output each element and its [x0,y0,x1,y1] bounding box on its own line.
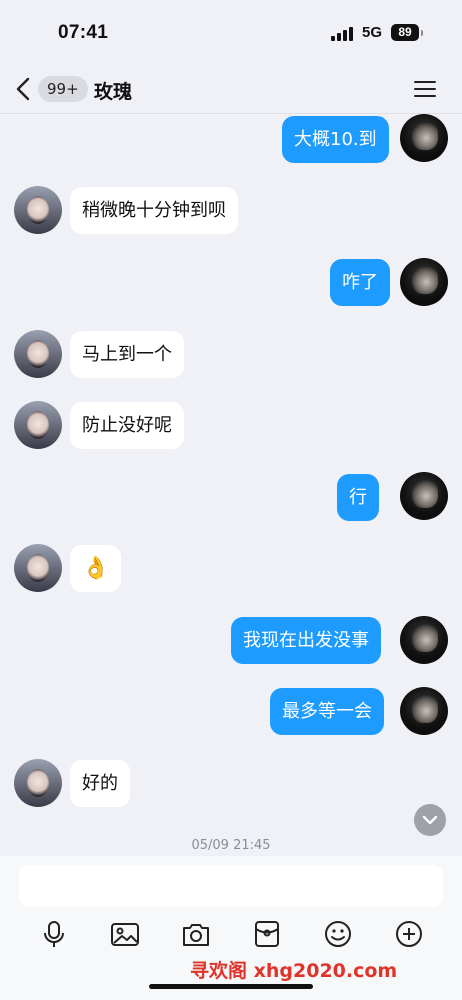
my-avatar[interactable] [400,472,448,520]
chat-header: 99+ 玫瑰 [0,66,462,114]
message-bubble[interactable]: 行 [337,474,379,521]
menu-icon[interactable] [414,79,438,99]
contact-avatar[interactable] [14,759,62,807]
battery-icon: 89 [391,24,419,41]
back-icon[interactable] [12,76,36,102]
contact-avatar[interactable] [14,544,62,592]
message-bubble[interactable]: 最多等一会 [270,688,384,735]
contact-avatar[interactable] [14,330,62,378]
message-bubble[interactable]: 防止没好呢 [70,402,184,449]
my-avatar[interactable] [400,258,448,306]
red-packet-icon[interactable] [251,918,283,950]
message-bubble[interactable]: 好的 [70,760,130,807]
status-bar: 07:41 5G 89 [0,0,462,66]
plus-icon[interactable] [393,918,425,950]
my-avatar[interactable] [400,114,448,162]
status-time: 07:41 [58,22,109,43]
network-type: 5G [362,24,383,41]
signal-icon [331,27,353,41]
mic-icon[interactable] [38,918,70,950]
message-bubble[interactable]: 大概10.到 [282,116,389,163]
emoji-message[interactable]: 👌 [70,545,122,592]
home-indicator[interactable] [149,984,313,989]
message-timestamp: 05/09 21:45 [191,838,271,853]
watermark: 寻欢阁 xhg2020.com [190,960,398,982]
message-bubble[interactable]: 马上到一个 [70,331,184,378]
contact-avatar[interactable] [14,401,62,449]
scroll-down-icon[interactable] [414,804,446,836]
chat-title: 玫瑰 [94,81,133,103]
camera-icon[interactable] [180,918,212,950]
my-avatar[interactable] [400,616,448,664]
message-bubble[interactable]: 稍微晚十分钟到呗 [70,187,238,234]
contact-avatar[interactable] [14,186,62,234]
unread-badge[interactable]: 99+ [38,76,88,102]
message-bubble[interactable]: 我现在出发没事 [231,617,381,664]
image-icon[interactable] [109,918,141,950]
battery-tip [421,30,423,36]
message-input[interactable] [19,865,443,907]
emoji-icon[interactable] [322,918,354,950]
my-avatar[interactable] [400,687,448,735]
message-bubble[interactable]: 咋了 [330,259,390,306]
